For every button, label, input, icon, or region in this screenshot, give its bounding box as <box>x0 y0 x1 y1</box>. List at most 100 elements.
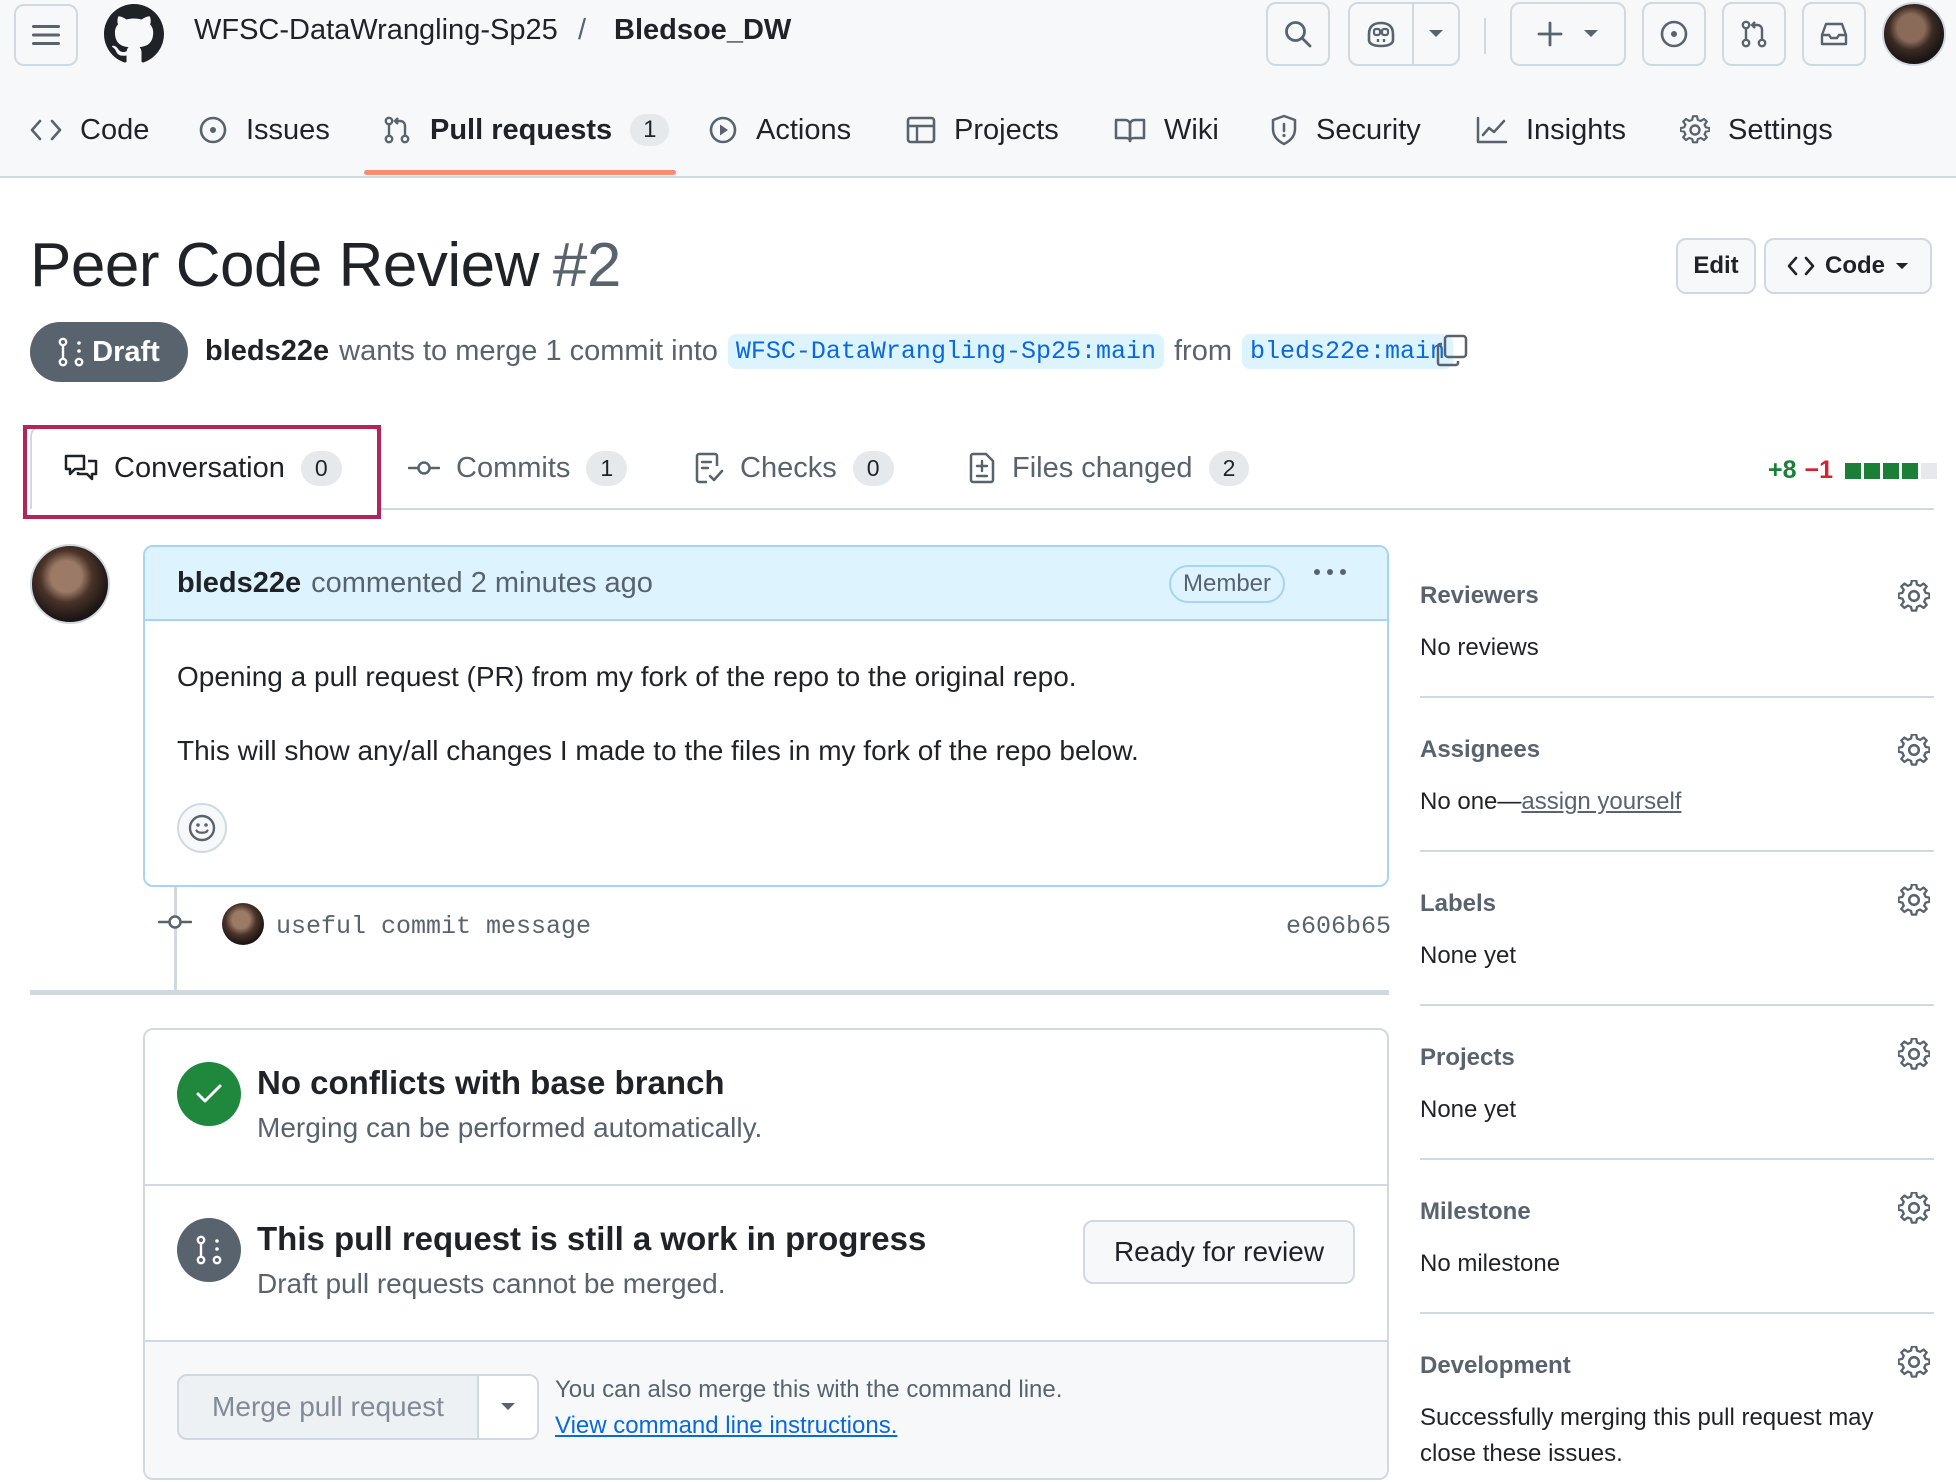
sidebar-development: Development Successfully merging this pu… <box>1420 1314 1934 1482</box>
merge-box: No conflicts with base branch Merging ca… <box>143 1028 1389 1480</box>
issue-icon <box>1659 19 1689 49</box>
copy-icon <box>1436 334 1468 368</box>
diffstat-additions: +8 <box>1768 456 1797 484</box>
merge-method-dropdown[interactable] <box>479 1376 537 1438</box>
no-conflicts-title: No conflicts with base branch <box>257 1064 725 1101</box>
github-logo[interactable] <box>104 4 164 64</box>
tab-files-changed[interactable]: Files changed 2 <box>968 426 1250 510</box>
tab-security[interactable]: Security <box>1270 108 1421 152</box>
search-button[interactable] <box>1266 2 1330 66</box>
tab-issues-label: Issues <box>246 113 330 146</box>
draft-state-badge: Draft <box>30 322 188 382</box>
gear-icon[interactable] <box>1898 580 1930 612</box>
pr-author-link[interactable]: bleds22e <box>205 335 329 368</box>
pull-request-icon <box>382 115 412 145</box>
create-new-button[interactable] <box>1510 2 1626 66</box>
draft-state-label: Draft <box>92 335 160 368</box>
breadcrumb-org[interactable]: WFSC-DataWrangling-Sp25 <box>194 14 558 47</box>
pull-request-icon <box>1739 19 1769 49</box>
tab-actions-label: Actions <box>756 113 852 146</box>
gear-icon[interactable] <box>1898 1038 1930 1070</box>
assignees-prefix: No one— <box>1420 788 1522 815</box>
copy-branch-button[interactable] <box>1436 334 1468 368</box>
breadcrumb-repo[interactable]: Bledsoe_DW <box>614 14 791 47</box>
gear-icon[interactable] <box>1898 884 1930 916</box>
work-in-progress-subtitle: Draft pull requests cannot be merged. <box>257 1268 726 1299</box>
tab-wiki-label: Wiki <box>1164 113 1219 146</box>
no-conflicts-subtitle: Merging can be performed automatically. <box>257 1112 763 1143</box>
tab-checks[interactable]: Checks 0 <box>694 426 894 510</box>
ready-for-review-button[interactable]: Ready for review <box>1083 1220 1355 1284</box>
assignees-title: Assignees <box>1420 736 1541 763</box>
assign-yourself-link[interactable]: assign yourself <box>1521 788 1681 815</box>
git-pull-request-draft-icon <box>58 337 84 367</box>
tab-code[interactable]: Code <box>30 108 149 152</box>
cli-instructions-link[interactable]: View command line instructions. <box>555 1412 897 1440</box>
diffstat-block <box>1845 462 1862 479</box>
merge-pull-request-button[interactable]: Merge pull request <box>179 1376 479 1438</box>
development-title: Development <box>1420 1352 1571 1379</box>
edit-title-button[interactable]: Edit <box>1676 238 1756 294</box>
selected-tab-underline <box>364 170 676 175</box>
code-icon <box>30 118 62 142</box>
git-commit-icon <box>158 912 192 932</box>
comment-paragraph: This will show any/all changes I made to… <box>177 735 1139 766</box>
book-icon <box>1114 116 1146 144</box>
repo-nav: Code Issues Pull requests 1 Actions Proj… <box>0 98 1956 178</box>
tab-wiki[interactable]: Wiki <box>1114 108 1219 152</box>
tab-actions[interactable]: Actions <box>708 108 851 152</box>
tab-files-changed-label: Files changed <box>1012 451 1193 484</box>
sidebar-labels: Labels None yet <box>1420 852 1934 1006</box>
tab-checks-label: Checks <box>740 451 837 484</box>
tab-insights[interactable]: Insights <box>1476 108 1626 152</box>
gear-icon[interactable] <box>1898 1346 1930 1378</box>
triangle-down-icon <box>1895 262 1909 271</box>
header-divider <box>1484 18 1486 54</box>
code-dropdown-button[interactable]: Code <box>1764 238 1932 294</box>
menu-button[interactable] <box>14 4 78 66</box>
copilot-dropdown[interactable] <box>1414 4 1458 64</box>
commit-message-link[interactable]: useful commit message <box>276 912 591 941</box>
add-reaction-button[interactable] <box>177 803 227 853</box>
member-badge: Member <box>1169 565 1286 603</box>
inbox-button[interactable] <box>1802 2 1866 66</box>
conversation-tab-highlight <box>23 425 381 519</box>
merge-text: wants to merge 1 commit into <box>339 335 718 367</box>
copilot-button[interactable] <box>1350 4 1414 64</box>
tab-commits[interactable]: Commits 1 <box>408 426 628 510</box>
development-line-1: Successfully merging this pull request m… <box>1420 1404 1874 1431</box>
tab-pull-requests[interactable]: Pull requests 1 <box>382 108 670 152</box>
head-branch[interactable]: bleds22e:main <box>1241 334 1454 369</box>
plus-icon <box>1537 21 1563 47</box>
issue-icon <box>198 115 228 145</box>
triangle-down-icon <box>1428 29 1444 39</box>
cli-hint-text: You can also merge this with the command… <box>555 1376 1063 1403</box>
gear-icon[interactable] <box>1898 1192 1930 1224</box>
user-avatar[interactable] <box>1882 2 1946 66</box>
comment-body: Opening a pull request (PR) from my fork… <box>145 621 1387 771</box>
triangle-down-icon <box>500 1402 516 1412</box>
pull-requests-button[interactable] <box>1722 2 1786 66</box>
commit-author-avatar[interactable] <box>222 903 264 945</box>
issues-button[interactable] <box>1642 2 1706 66</box>
diffstat-block <box>1883 462 1900 479</box>
check-icon <box>177 1062 241 1126</box>
timeline-divider <box>30 990 1389 995</box>
sidebar-milestone: Milestone No milestone <box>1420 1160 1934 1314</box>
comment-timestamp: commented 2 minutes ago <box>311 566 653 599</box>
comment-paragraph: Opening a pull request (PR) from my fork… <box>177 661 1077 692</box>
commit-sha-link[interactable]: e606b65 <box>1286 912 1391 941</box>
projects-value: None yet <box>1420 1096 1517 1123</box>
comment-author-avatar[interactable] <box>30 544 110 624</box>
assignees-value: No one—assign yourself <box>1420 788 1681 816</box>
gear-icon <box>1680 115 1710 145</box>
tab-projects[interactable]: Projects <box>906 108 1059 152</box>
tab-settings-label: Settings <box>1728 113 1833 146</box>
base-branch[interactable]: WFSC-DataWrangling-Sp25:main <box>727 334 1164 369</box>
comment-author[interactable]: bleds22e <box>177 567 301 600</box>
tab-issues[interactable]: Issues <box>198 108 330 152</box>
tab-settings[interactable]: Settings <box>1680 108 1833 152</box>
gear-icon[interactable] <box>1898 734 1930 766</box>
labels-title: Labels <box>1420 890 1497 917</box>
kebab-horizontal-icon[interactable] <box>1313 567 1347 577</box>
